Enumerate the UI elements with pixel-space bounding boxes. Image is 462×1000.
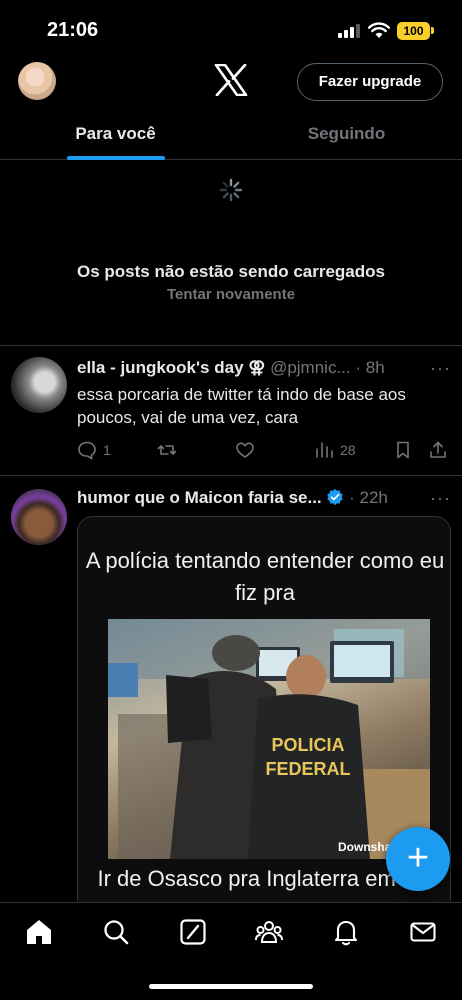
plus-icon: + bbox=[406, 837, 430, 879]
post-header: humor que o Maicon faria se... · 22h bbox=[77, 488, 388, 508]
search-icon[interactable] bbox=[101, 917, 131, 947]
loading-spinner-icon bbox=[219, 178, 243, 202]
tab-for-you[interactable]: Para você bbox=[0, 108, 231, 160]
more-options-icon[interactable]: ··· bbox=[430, 358, 451, 379]
more-options-icon[interactable]: ··· bbox=[430, 488, 451, 509]
reply-button[interactable]: 1 bbox=[77, 439, 111, 461]
profile-avatar[interactable] bbox=[18, 62, 56, 100]
retry-link[interactable]: Tentar novamente bbox=[0, 286, 462, 303]
upgrade-button[interactable]: Fazer upgrade bbox=[297, 63, 443, 101]
home-icon[interactable] bbox=[24, 917, 54, 947]
office-scene: POLICIA FEDERAL Downsha bbox=[108, 619, 430, 859]
vest-text: FEDERAL bbox=[266, 759, 351, 779]
tab-label: Para você bbox=[75, 124, 156, 143]
post[interactable]: ella - jungkook's day ⚢ @pjmnic... · 8h … bbox=[0, 345, 462, 475]
wifi-icon bbox=[368, 22, 390, 38]
tab-following[interactable]: Seguindo bbox=[231, 108, 462, 160]
feed-tabs: Para você Seguindo bbox=[0, 108, 462, 160]
post-header: ella - jungkook's day ⚢ @pjmnic... · 8h bbox=[77, 358, 385, 378]
separator-dot: · bbox=[350, 358, 366, 377]
active-tab-indicator bbox=[67, 156, 165, 160]
compose-button[interactable]: + bbox=[386, 827, 450, 891]
meme-photo: POLICIA FEDERAL Downsha bbox=[108, 619, 430, 859]
vest-text: POLICIA bbox=[271, 735, 344, 755]
post-author-avatar[interactable] bbox=[11, 357, 67, 413]
post-author-handle[interactable]: @pjmnic... bbox=[270, 358, 351, 377]
top-bar: Fazer upgrade bbox=[0, 58, 462, 108]
views-button[interactable]: 28 bbox=[314, 439, 356, 461]
communities-icon[interactable] bbox=[254, 917, 284, 947]
heart-icon bbox=[236, 442, 254, 458]
status-bar: 21:06 100 bbox=[0, 0, 462, 58]
post-actions: 1 28 bbox=[77, 439, 452, 463]
post-text: essa porcaria de twitter tá indo de base… bbox=[77, 385, 406, 427]
reply-count: 1 bbox=[103, 442, 111, 458]
battery-icon: 100 bbox=[397, 22, 430, 40]
post-author-name[interactable]: humor que o Maicon faria se... bbox=[77, 488, 322, 507]
views-count: 28 bbox=[340, 442, 356, 458]
share-icon bbox=[430, 441, 446, 458]
home-indicator bbox=[149, 984, 313, 989]
like-button[interactable] bbox=[235, 439, 261, 461]
status-time: 21:06 bbox=[47, 19, 99, 41]
error-message: Os posts não estão sendo carregados bbox=[77, 262, 385, 281]
x-logo-icon[interactable] bbox=[214, 64, 248, 96]
post-time: 8h bbox=[365, 358, 385, 377]
verified-badge-icon bbox=[327, 488, 344, 506]
post-author-name[interactable]: ella - jungkook's day ⚢ bbox=[77, 358, 265, 377]
battery-tip bbox=[431, 27, 434, 34]
post-author-avatar[interactable] bbox=[11, 489, 67, 545]
feed-error: Os posts não estão sendo carregados Tent… bbox=[0, 262, 462, 303]
signal-icon bbox=[338, 24, 360, 38]
bookmark-button[interactable] bbox=[393, 439, 413, 461]
share-button[interactable] bbox=[428, 439, 448, 461]
post-time: 22h bbox=[359, 488, 388, 507]
tab-label: Seguindo bbox=[307, 124, 386, 143]
bookmark-icon bbox=[397, 441, 409, 459]
notifications-icon[interactable] bbox=[331, 917, 361, 947]
watermark-text: Downsha bbox=[338, 840, 392, 854]
separator-dot: · bbox=[344, 488, 360, 507]
views-icon bbox=[316, 442, 333, 458]
repost-button[interactable] bbox=[157, 439, 183, 461]
repost-icon bbox=[157, 445, 177, 455]
meme-caption-top: A polícia tentando entender como eu fiz … bbox=[85, 548, 445, 605]
messages-icon[interactable] bbox=[408, 917, 438, 947]
reply-icon bbox=[78, 441, 96, 460]
grok-icon[interactable] bbox=[178, 917, 208, 947]
